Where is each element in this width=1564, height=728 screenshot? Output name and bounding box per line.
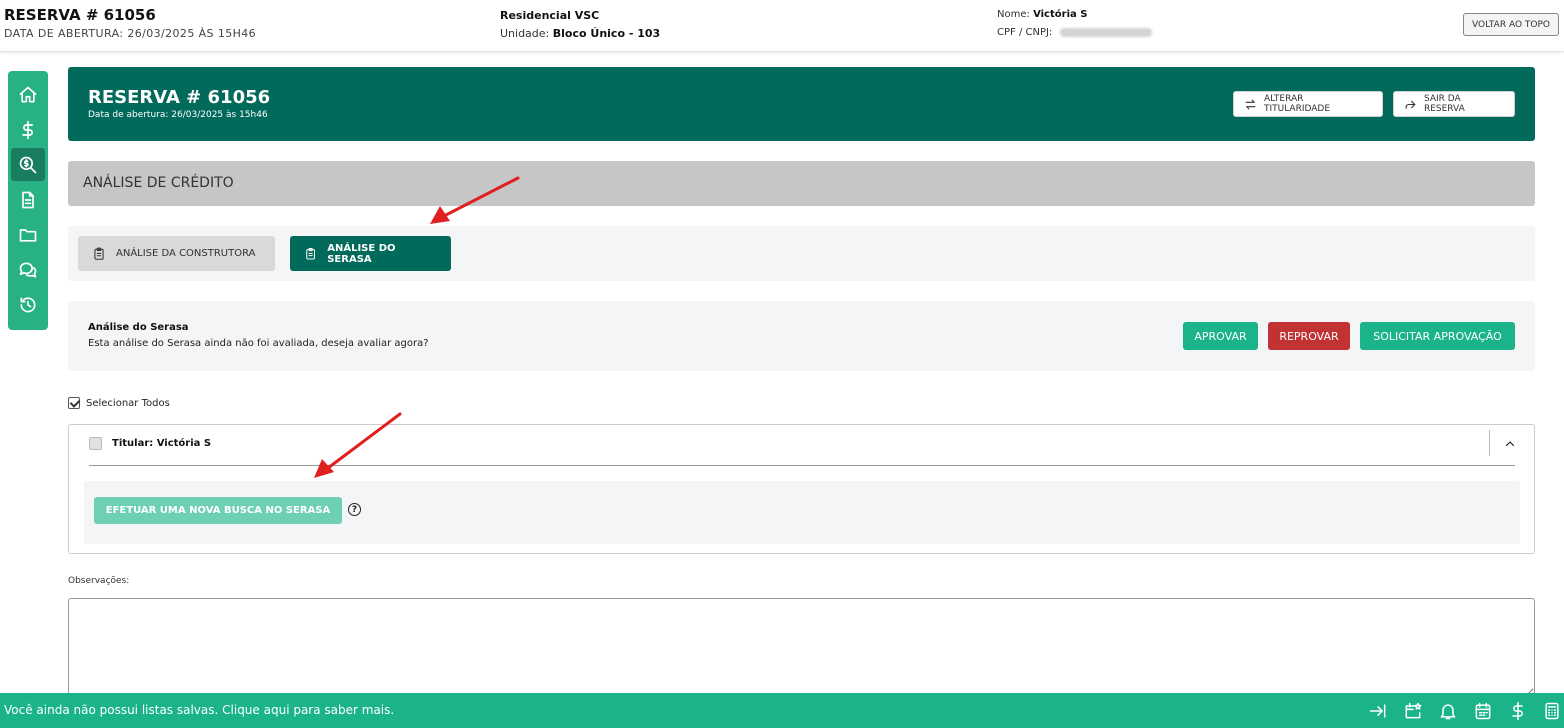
- bell-icon: [1440, 704, 1456, 720]
- holder-header: Titular: Victória S: [89, 437, 211, 450]
- tab-serasa-analysis[interactable]: ANÁLISE DO SERASA: [290, 236, 451, 271]
- tab-serasa-analysis-label: ANÁLISE DO SERASA: [327, 242, 396, 265]
- sidebar-item-folders[interactable]: [11, 218, 45, 251]
- new-serasa-search-button[interactable]: EFETUAR UMA NOVA BUSCA NO SERASA: [94, 497, 342, 524]
- calculator-icon: [1545, 702, 1559, 720]
- exit-reservation-label: SAIR DA RESERVA: [1423, 94, 1465, 114]
- exit-reservation-button[interactable]: SAIR DA RESERVA: [1393, 91, 1515, 117]
- calendar-icon: [1475, 702, 1491, 720]
- observations-label: Observações:: [68, 576, 130, 586]
- folder-icon: [19, 228, 37, 242]
- swap-arrows-icon: [1245, 99, 1256, 109]
- tab-builder-analysis[interactable]: ANÁLISE DA CONSTRUTORA: [78, 236, 275, 271]
- credit-search-icon: [19, 156, 37, 173]
- client-name-info: Nome: Victória S: [997, 9, 1087, 20]
- history-icon: [20, 296, 36, 312]
- dollar-icon: [22, 120, 34, 139]
- sidebar-item-history[interactable]: [11, 288, 45, 321]
- credit-analysis-section-header: ANÁLISE DE CRÉDITO: [68, 161, 1535, 206]
- sidebar-item-credit-analysis[interactable]: [11, 148, 45, 181]
- share-arrow-icon: [1405, 100, 1416, 109]
- unit-value: Bloco Único - 103: [552, 27, 661, 40]
- analysis-tabs: ANÁLISE DA CONSTRUTORA ANÁLISE DO SERASA: [68, 226, 1535, 281]
- header-divider: [1489, 430, 1490, 456]
- saved-lists-message[interactable]: Você ainda não possui listas salvas. Cli…: [4, 703, 394, 717]
- analysis-description: Esta análise do Serasa ainda não foi ava…: [88, 338, 429, 349]
- holder-title: Titular: Victória S: [112, 438, 212, 449]
- page-title: RESERVA # 61056: [88, 87, 271, 108]
- reject-button[interactable]: REPROVAR: [1268, 322, 1350, 350]
- sidebar-item-messages[interactable]: [11, 253, 45, 286]
- holder-card: Titular: Victória S EFETUAR UMA NOVA BUS…: [68, 424, 1535, 554]
- sidebar-item-financial[interactable]: [11, 113, 45, 146]
- bottom-expand-button[interactable]: [1368, 701, 1388, 721]
- chevron-up-icon: [1505, 441, 1515, 447]
- home-icon: [19, 86, 37, 102]
- chat-icon: [19, 262, 37, 277]
- change-ownership-label: ALTERAR TITULARIDADE: [1263, 94, 1331, 114]
- select-all-checkbox[interactable]: [68, 397, 80, 409]
- arrow-to-right-icon: [1369, 704, 1386, 718]
- section-title: ANÁLISE DE CRÉDITO: [83, 175, 234, 191]
- document-icon: [22, 191, 34, 208]
- request-approval-button[interactable]: SOLICITAR APROVAÇÃO: [1360, 322, 1515, 350]
- bottom-financial-button[interactable]: [1508, 701, 1528, 721]
- bottom-bar: Você ainda não possui listas salvas. Cli…: [0, 693, 1564, 728]
- top-bar: RESERVA # 61056 DATA DE ABERTURA: 26/03/…: [0, 0, 1564, 52]
- client-name-value: Victória S: [1033, 9, 1088, 20]
- reservation-opening-date: DATA DE ABERTURA: 26/03/2025 ÀS 15H46: [4, 27, 257, 40]
- project-name: Residencial VSC: [500, 9, 600, 22]
- sidebar-item-documents[interactable]: [11, 183, 45, 216]
- holder-divider: [89, 465, 1515, 466]
- cpf-label: CPF / CNPJ:: [997, 27, 1053, 38]
- unit-label: Unidade:: [500, 27, 550, 40]
- analysis-title: Análise do Serasa: [88, 322, 189, 333]
- clipboard-icon: [94, 247, 104, 260]
- bottom-events-button[interactable]: [1403, 701, 1423, 721]
- sidebar-item-home[interactable]: [11, 78, 45, 111]
- client-name-label: Nome:: [997, 9, 1030, 20]
- help-icon[interactable]: ?: [348, 503, 361, 516]
- holder-checkbox[interactable]: [89, 437, 102, 450]
- approve-button[interactable]: APROVAR: [1183, 322, 1258, 350]
- cpf-value-redacted: [1059, 27, 1152, 37]
- reservation-title: RESERVA # 61056: [4, 6, 156, 24]
- serasa-analysis-panel: Análise do Serasa Esta análise do Serasa…: [68, 301, 1535, 371]
- select-all-control[interactable]: Selecionar Todos: [68, 397, 170, 409]
- bottom-calculator-button[interactable]: [1542, 701, 1562, 721]
- back-to-top-button[interactable]: VOLTAR AO TOPO: [1463, 13, 1559, 36]
- left-sidebar: [8, 71, 48, 330]
- dollar-icon: [1512, 701, 1523, 721]
- bottom-calendar-button[interactable]: [1473, 701, 1493, 721]
- change-ownership-button[interactable]: ALTERAR TITULARIDADE: [1233, 91, 1383, 117]
- tab-builder-analysis-label: ANÁLISE DA CONSTRUTORA: [116, 248, 256, 259]
- client-cpf-info: CPF / CNPJ:: [997, 27, 1152, 38]
- reservation-header-card: RESERVA # 61056 Data de abertura: 26/03/…: [68, 67, 1535, 141]
- collapse-button[interactable]: [1497, 432, 1523, 456]
- serasa-search-panel: EFETUAR UMA NOVA BUSCA NO SERASA ?: [84, 481, 1520, 544]
- calendar-star-icon: [1405, 702, 1422, 719]
- clipboard-icon: [306, 247, 315, 259]
- observations-textarea[interactable]: [68, 598, 1535, 698]
- bottom-notifications-button[interactable]: [1438, 701, 1458, 721]
- unit-info: Unidade: Bloco Único - 103: [500, 27, 660, 40]
- select-all-label: Selecionar Todos: [86, 397, 170, 409]
- page-subtitle: Data de abertura: 26/03/2025 às 15h46: [88, 110, 268, 120]
